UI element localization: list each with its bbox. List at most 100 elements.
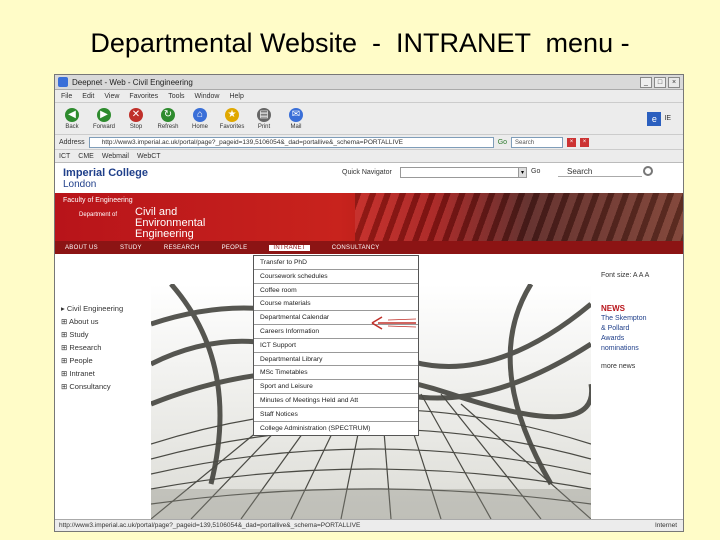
news-heading: NEWS	[601, 304, 625, 313]
news-item[interactable]: The Skempton	[601, 314, 681, 324]
browser-icon	[58, 77, 68, 87]
toolbar-label: Stop	[129, 123, 143, 130]
site-nav: ABOUT US STUDY RESEARCH PEOPLE INTRANET CONSU…	[55, 241, 683, 254]
logo-line-2: London	[63, 179, 97, 190]
stop-icon: ✕	[129, 107, 143, 122]
link-webct[interactable]: WebCT	[137, 153, 161, 160]
news-item[interactable]: nominations	[601, 344, 681, 354]
toolbar-label: Mail	[290, 123, 302, 130]
sidenav-about-us[interactable]: ⊞ About us	[61, 315, 151, 328]
link-cme[interactable]: CME	[78, 153, 94, 160]
maximize-button[interactable]: □	[654, 76, 666, 88]
menu-item-college-administration-spectrum[interactable]: College Administration (SPECTRUM)	[254, 422, 418, 436]
menu-item-ict-support[interactable]: ICT Support	[254, 339, 418, 353]
intranet-dropdown-menu: Transfer to PhD Coursework schedules Coffe…	[253, 255, 419, 437]
close-button[interactable]: ×	[668, 76, 680, 88]
menu-item-sport-and-leisure[interactable]: Sport and Leisure	[254, 380, 418, 394]
print-button[interactable]: ▤ Print	[251, 107, 277, 130]
tab-research[interactable]: RESEARCH	[164, 245, 200, 251]
quick-navigator-label: Quick Navigator	[342, 169, 392, 176]
menu-favorites[interactable]: Favorites	[129, 93, 158, 100]
forward-button[interactable]: ▶ Forward	[91, 107, 117, 130]
web-page: Imperial College London Quick Navigator …	[55, 163, 683, 519]
toolbar-label: Forward	[92, 123, 115, 130]
chevron-down-icon[interactable]: ▾	[518, 167, 527, 178]
menu-item-course-materials[interactable]: Course materials	[254, 297, 418, 312]
toolbar-search-input[interactable]: Search	[511, 136, 564, 148]
menu-item-staff-notices[interactable]: Staff Notices	[254, 408, 418, 422]
news-panel: NEWS The Skempton & Pollard Awards nominati…	[601, 304, 681, 372]
home-button[interactable]: ⌂ Home	[187, 107, 213, 130]
link-webmail[interactable]: Webmail	[102, 153, 129, 160]
mail-icon: ✉	[289, 107, 303, 122]
font-size-text: Font size:	[601, 272, 632, 279]
tab-study[interactable]: STUDY	[120, 245, 142, 251]
quick-navigator-select[interactable]	[400, 167, 522, 178]
link-ict[interactable]: ICT	[59, 153, 70, 160]
links-bar: ICT CME Webmail WebCT	[55, 150, 683, 163]
back-button[interactable]: ◀ Back	[59, 107, 85, 130]
tab-intranet[interactable]: INTRANET	[269, 244, 310, 251]
sidenav-intranet[interactable]: ⊞ Intranet	[61, 367, 151, 380]
imperial-college-logo[interactable]: Imperial College London	[63, 167, 148, 191]
menu-tools[interactable]: Tools	[168, 93, 184, 100]
search-icon[interactable]	[643, 166, 653, 176]
close-window-icon[interactable]: ×	[580, 137, 590, 147]
tab-consultancy[interactable]: CONSULTANCY	[332, 245, 380, 251]
sidenav-research[interactable]: ⊞ Research	[61, 341, 151, 354]
home-icon: ⌂	[193, 107, 207, 122]
menu-window[interactable]: Window	[195, 93, 220, 100]
menu-bar: File Edit View Favorites Tools Window Help	[55, 90, 683, 103]
toolbar-label: Home	[191, 123, 208, 130]
font-size-controls[interactable]: A A A	[633, 272, 649, 279]
side-nav: ▸ Civil Engineering ⊞ About us ⊞ Study ⊞ Re…	[61, 302, 151, 393]
sidenav-civil-engineering[interactable]: ▸ Civil Engineering	[61, 302, 151, 315]
favorites-button[interactable]: ★ Favorites	[219, 107, 245, 130]
menu-edit[interactable]: Edit	[82, 93, 94, 100]
faculty-label: Faculty of Engineering	[63, 197, 133, 204]
font-size-label: Font size: A A A	[601, 272, 649, 279]
menu-item-transfer-to-phd[interactable]: Transfer to PhD	[254, 256, 418, 270]
tab-about-us[interactable]: ABOUT US	[65, 245, 98, 251]
menu-item-coffee-room[interactable]: Coffee room	[254, 284, 418, 298]
minimize-button[interactable]: _	[640, 76, 652, 88]
go-button[interactable]: Go	[498, 139, 507, 146]
window-titlebar: Deepnet - Web - Civil Engineering _ □ ×	[55, 75, 683, 90]
refresh-button[interactable]: ↻ Refresh	[155, 107, 181, 130]
address-label: Address	[59, 138, 85, 146]
browser-screenshot: Deepnet - Web - Civil Engineering _ □ × …	[54, 74, 684, 532]
tab-people[interactable]: PEOPLE	[222, 245, 248, 251]
stop-button[interactable]: ✕ Stop	[123, 107, 149, 130]
news-item[interactable]: & Pollard	[601, 324, 681, 334]
mail-button[interactable]: ✉ Mail	[283, 107, 309, 130]
ie-logo-icon: e	[647, 111, 662, 126]
menu-item-minutes-of-meetings-held-and-att[interactable]: Minutes of Meetings Held and Att	[254, 394, 418, 408]
menu-item-msc-timetables[interactable]: MSc Timetables	[254, 366, 418, 381]
site-search-input[interactable]	[558, 176, 642, 177]
toolbar-label: Refresh	[157, 123, 179, 130]
menu-item-departmental-library[interactable]: Departmental Library	[254, 353, 418, 367]
close-tab-icon[interactable]: ×	[567, 137, 577, 147]
refresh-icon: ↻	[161, 107, 175, 122]
print-icon: ▤	[257, 107, 271, 122]
quick-nav-go-button[interactable]: Go	[531, 168, 540, 175]
department-name: Civil and Environmental Engineering	[135, 206, 206, 240]
slide-title: Departmental Website - INTRANET menu -	[90, 28, 630, 58]
menu-help[interactable]: Help	[229, 93, 243, 100]
toolbar-label: Favorites	[219, 123, 245, 130]
sidenav-study[interactable]: ⊞ Study	[61, 328, 151, 341]
status-bar: http://www3.imperial.ac.uk/portal/page?_…	[55, 519, 683, 531]
sidenav-consultancy[interactable]: ⊞ Consultancy	[61, 380, 151, 393]
more-news-link[interactable]: more news	[601, 362, 681, 372]
toolbar-label: Back	[65, 123, 79, 130]
menu-item-coursework-schedules[interactable]: Coursework schedules	[254, 270, 418, 284]
menu-view[interactable]: View	[104, 93, 119, 100]
sidenav-people[interactable]: ⊞ People	[61, 354, 151, 367]
address-input[interactable]: http://www3.imperial.ac.uk/portal/page?_…	[88, 136, 494, 148]
news-item[interactable]: Awards	[601, 334, 681, 344]
forward-icon: ▶	[97, 107, 111, 122]
toolbar-right-label: IE	[664, 115, 671, 122]
menu-file[interactable]: File	[61, 93, 72, 100]
toolbar: ◀ Back ▶ Forward ✕ Stop ↻ Refresh ⌂ Home ★ Favorite…	[55, 103, 683, 135]
logo-line-1: Imperial College	[63, 167, 148, 179]
